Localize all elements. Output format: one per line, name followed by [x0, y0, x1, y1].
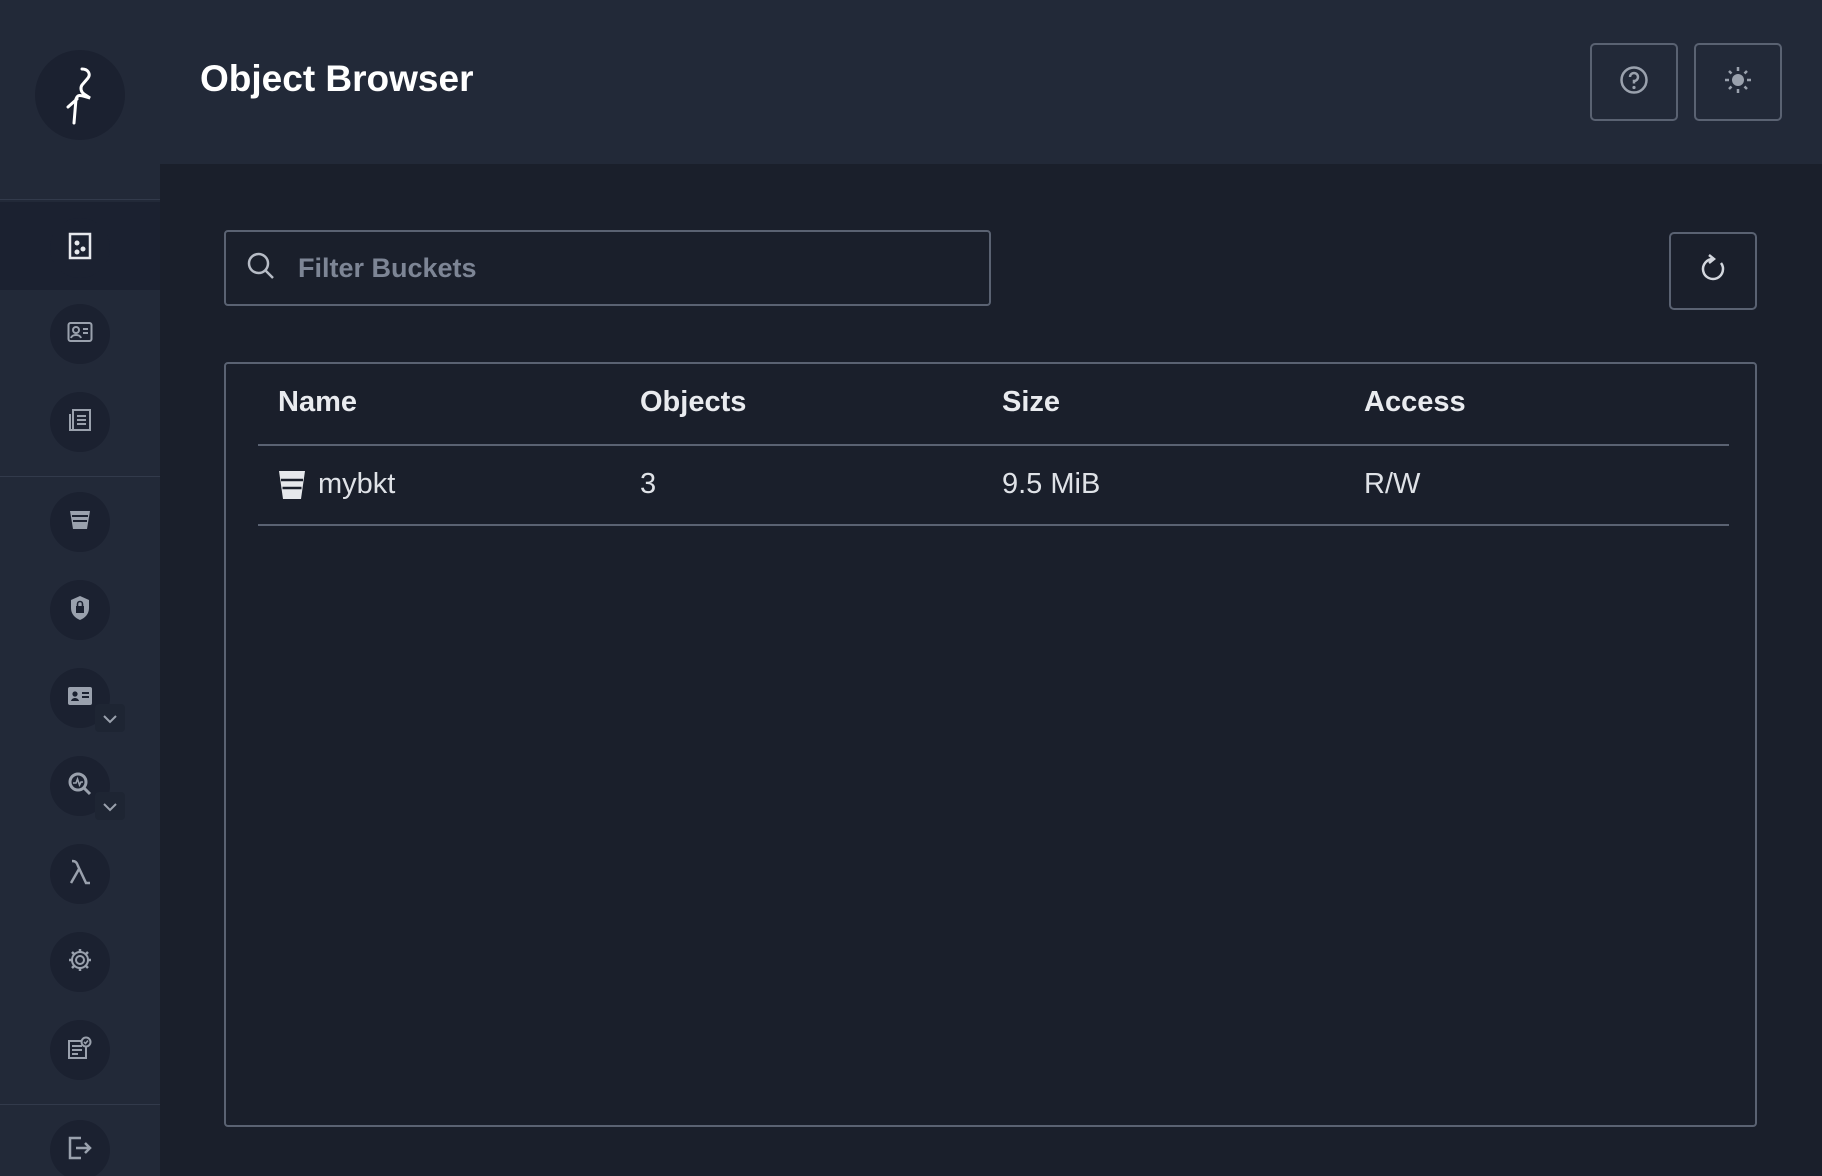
identity-card-icon	[67, 685, 93, 711]
monitoring-submenu-toggle[interactable]	[95, 792, 125, 820]
refresh-button[interactable]	[1669, 232, 1757, 310]
nav-object-browser[interactable]	[50, 218, 110, 278]
nav-license[interactable]	[50, 1020, 110, 1080]
chevron-down-icon	[103, 709, 117, 728]
bucket-access: R/W	[1364, 468, 1421, 500]
column-header-access[interactable]: Access	[1364, 386, 1466, 419]
column-header-size[interactable]: Size	[1002, 386, 1060, 419]
help-circle-icon	[1619, 65, 1649, 99]
theme-toggle-button[interactable]	[1694, 43, 1782, 121]
chevron-down-icon	[103, 797, 117, 816]
refresh-icon	[1699, 254, 1727, 288]
column-header-objects[interactable]: Objects	[640, 386, 746, 419]
sidebar-divider	[0, 1104, 160, 1105]
nav-buckets[interactable]	[50, 492, 110, 552]
nav-lambda[interactable]	[50, 844, 110, 904]
policies-lock-icon	[69, 595, 91, 625]
filter-buckets-search[interactable]	[224, 230, 991, 306]
nav-logout[interactable]	[50, 1120, 110, 1176]
minio-logo-icon[interactable]	[35, 50, 125, 140]
column-header-name[interactable]: Name	[278, 386, 357, 419]
page-header: Object Browser	[160, 0, 1822, 164]
table-row[interactable]: mybkt 3 9.5 MiB R/W	[258, 446, 1729, 526]
bucket-name[interactable]: mybkt	[318, 468, 395, 501]
table-header: Name Objects Size Access	[258, 364, 1729, 446]
buckets-table: Name Objects Size Access mybkt 3 9.5 MiB…	[224, 362, 1757, 1127]
sun-icon	[1723, 65, 1753, 99]
license-icon	[67, 1036, 93, 1064]
settings-gear-icon	[67, 947, 93, 977]
nav-settings[interactable]	[50, 932, 110, 992]
logout-icon	[67, 1136, 93, 1164]
sidebar	[0, 0, 160, 1176]
access-keys-icon	[67, 321, 93, 347]
lambda-icon	[68, 859, 92, 889]
sidebar-divider	[0, 476, 160, 477]
nav-access-keys[interactable]	[50, 304, 110, 364]
logo-area	[0, 0, 160, 200]
bucket-objects: 3	[640, 468, 657, 500]
object-browser-icon	[68, 232, 92, 264]
search-input[interactable]	[296, 232, 989, 304]
nav-policies[interactable]	[50, 580, 110, 640]
documentation-icon	[68, 408, 92, 436]
nav-documentation[interactable]	[50, 392, 110, 452]
monitoring-icon	[67, 771, 93, 801]
identity-submenu-toggle[interactable]	[95, 704, 125, 732]
bucket-icon	[278, 470, 306, 504]
page-title: Object Browser	[200, 58, 474, 99]
search-icon	[246, 251, 276, 285]
help-button[interactable]	[1590, 43, 1678, 121]
buckets-icon	[68, 508, 92, 536]
bucket-size: 9.5 MiB	[1002, 468, 1101, 500]
